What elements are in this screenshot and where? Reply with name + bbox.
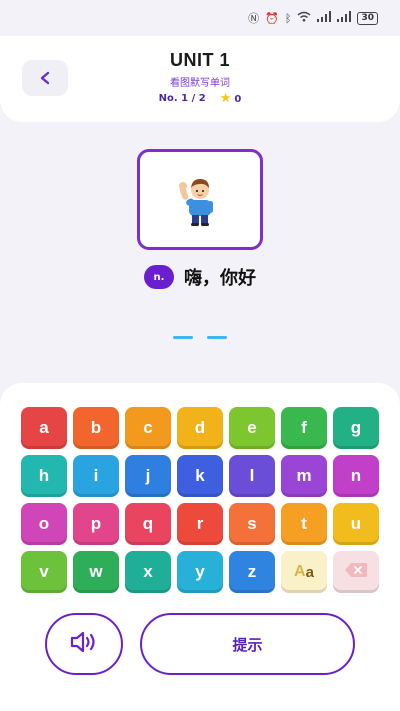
question-counter: No. 1 / 2 [158, 93, 206, 104]
key-t[interactable]: t [281, 503, 327, 545]
key-w[interactable]: w [73, 551, 119, 593]
backspace-icon [344, 562, 368, 583]
key-m[interactable]: m [281, 455, 327, 497]
hint-button[interactable]: 提示 [140, 613, 355, 675]
answer-blank [207, 336, 227, 339]
word-meaning-row: n. 嗨，你好 [0, 264, 400, 290]
key-z[interactable]: z [229, 551, 275, 593]
key-s[interactable]: s [229, 503, 275, 545]
signal-icon [337, 11, 352, 25]
word-meaning: 嗨，你好 [184, 268, 256, 289]
key-r[interactable]: r [177, 503, 223, 545]
nfc-icon: Ⓝ [248, 12, 260, 25]
key-g[interactable]: g [333, 407, 379, 449]
waving-boy-image [179, 178, 213, 226]
picture-card [137, 149, 263, 250]
backspace-button[interactable] [333, 551, 379, 593]
key-n[interactable]: n [333, 455, 379, 497]
star-icon: ★ [219, 91, 232, 106]
key-c[interactable]: c [125, 407, 171, 449]
key-q[interactable]: q [125, 503, 171, 545]
answer-blanks [0, 336, 400, 339]
speaker-icon [69, 630, 99, 658]
case-toggle-button[interactable]: Aa [281, 551, 327, 593]
key-v[interactable]: v [21, 551, 67, 593]
alarm-icon: ⏰ [265, 11, 279, 25]
key-u[interactable]: u [333, 503, 379, 545]
case-toggle-lower: a [305, 563, 314, 581]
play-sound-button[interactable] [45, 613, 123, 675]
key-x[interactable]: x [125, 551, 171, 593]
bluetooth-icon: ᛒ [284, 11, 292, 25]
key-j[interactable]: j [125, 455, 171, 497]
key-o[interactable]: o [21, 503, 67, 545]
answer-blank [173, 336, 193, 339]
key-e[interactable]: e [229, 407, 275, 449]
star-score: ★ 0 [220, 91, 242, 106]
key-grid: abcdefghijklmnopqrstuvwxyzAa [21, 407, 381, 593]
key-b[interactable]: b [73, 407, 119, 449]
key-l[interactable]: l [229, 455, 275, 497]
star-count: 0 [234, 94, 242, 105]
battery-indicator: 30 [357, 11, 378, 25]
letter-keyboard: abcdefghijklmnopqrstuvwxyzAa 提示 [0, 383, 400, 711]
wifi-icon [297, 11, 311, 25]
key-d[interactable]: d [177, 407, 223, 449]
status-bar: Ⓝ ⏰ ᛒ 30 [0, 0, 400, 36]
key-a[interactable]: a [21, 407, 67, 449]
signal-icon [317, 11, 332, 25]
key-i[interactable]: i [73, 455, 119, 497]
page-title: UNIT 1 [169, 50, 230, 70]
part-of-speech-badge: n. [144, 265, 174, 289]
page-subtitle: 看图默写单词 [170, 78, 230, 89]
key-f[interactable]: f [281, 407, 327, 449]
key-k[interactable]: k [177, 455, 223, 497]
key-p[interactable]: p [73, 503, 119, 545]
header: UNIT 1 看图默写单词 No. 1 / 2 ★ 0 [0, 36, 400, 122]
progress-row: No. 1 / 2 ★ 0 [0, 91, 400, 106]
key-y[interactable]: y [177, 551, 223, 593]
key-h[interactable]: h [21, 455, 67, 497]
case-toggle-upper: A [294, 563, 306, 580]
